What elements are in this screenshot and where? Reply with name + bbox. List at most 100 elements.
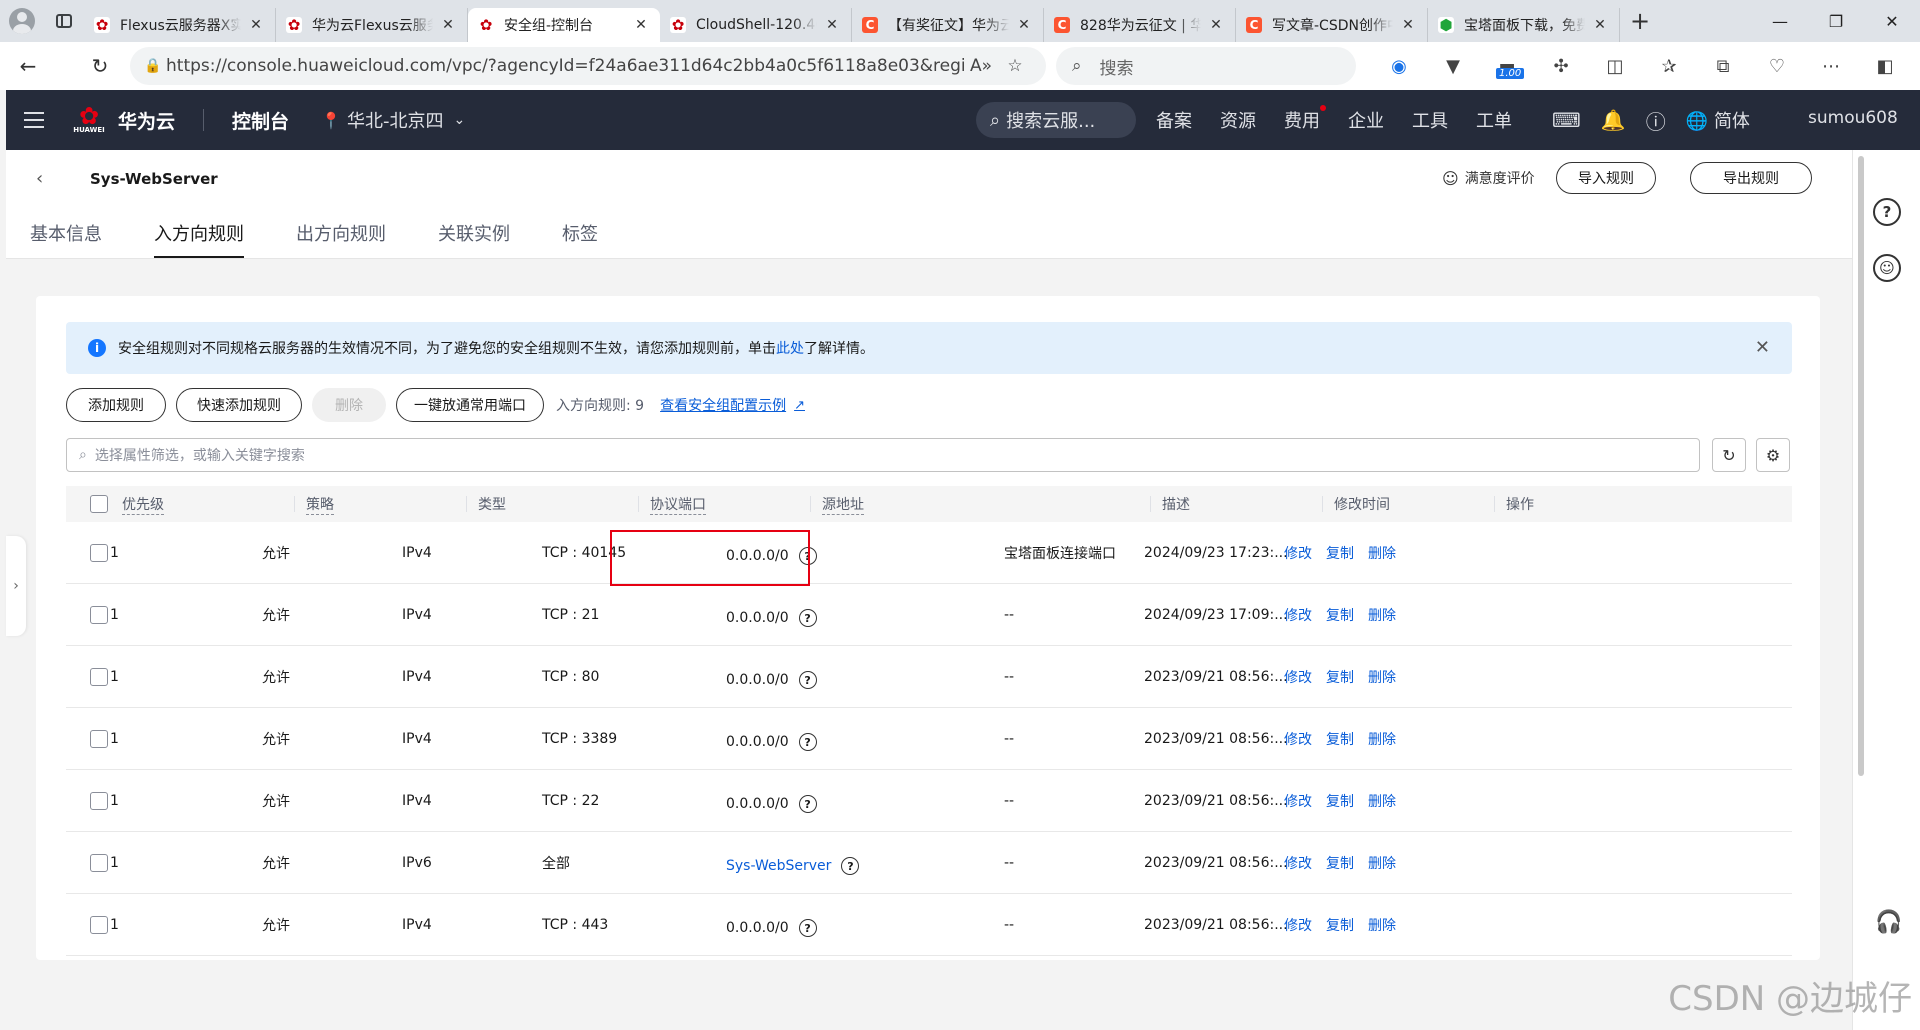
browser-tab[interactable]: 华为云Flexus云服务器 ✕: [276, 8, 468, 42]
user-menu[interactable]: sumou608: [1808, 108, 1898, 128]
modify-link[interactable]: 修改: [1284, 543, 1312, 563]
customer-service-icon[interactable]: 🎧: [1875, 910, 1902, 935]
lock-icon[interactable]: 🔒: [144, 58, 166, 74]
minimize-icon[interactable]: —: [1752, 0, 1808, 42]
settings-button[interactable]: ⚙: [1756, 438, 1790, 472]
scrollbar-thumb[interactable]: [1858, 156, 1864, 776]
add-rule-button[interactable]: 添加规则: [66, 388, 166, 422]
tab-basic-info[interactable]: 基本信息: [30, 220, 102, 254]
help-question-icon[interactable]: ?: [798, 609, 817, 627]
modify-link[interactable]: 修改: [1284, 605, 1312, 625]
close-icon[interactable]: ✕: [1755, 337, 1770, 358]
browser-tab[interactable]: 828华为云征文 | 华 ✕: [1044, 8, 1236, 42]
row-checkbox[interactable]: [90, 770, 108, 832]
language-selector[interactable]: 🌐 简体: [1686, 107, 1750, 133]
global-search-input[interactable]: ⌕ 搜索云服...: [976, 102, 1136, 138]
extension-version-icon[interactable]: ▬ 1.00: [1480, 56, 1534, 79]
profile-button[interactable]: [0, 0, 44, 42]
close-tab-icon[interactable]: ✕: [247, 17, 265, 33]
bell-icon[interactable]: 🔔: [1601, 108, 1626, 132]
nav-link-enterprise[interactable]: 企业: [1348, 107, 1384, 133]
workspaces-button[interactable]: [44, 0, 84, 42]
tab-inbound-rules[interactable]: 入方向规则: [154, 220, 244, 258]
copy-link[interactable]: 复制: [1326, 853, 1354, 873]
vpn-icon[interactable]: ▼: [1426, 56, 1480, 77]
copilot-icon[interactable]: ◉: [1372, 56, 1426, 77]
help-question-icon[interactable]: ?: [841, 857, 860, 875]
more-menu-icon[interactable]: ⋯: [1804, 56, 1858, 77]
new-tab-button[interactable]: +: [1620, 7, 1660, 35]
cloudshell-icon[interactable]: ⌨: [1552, 108, 1581, 132]
collections-icon[interactable]: ⧉: [1696, 56, 1750, 77]
copy-link[interactable]: 复制: [1326, 605, 1354, 625]
copy-link[interactable]: 复制: [1326, 729, 1354, 749]
close-tab-icon[interactable]: ✕: [1591, 17, 1609, 33]
import-rules-button[interactable]: 导入规则: [1556, 162, 1656, 194]
page-scrollbar[interactable]: [1856, 156, 1866, 776]
tab-tags[interactable]: 标签: [562, 220, 598, 254]
help-question-icon[interactable]: ?: [798, 919, 817, 937]
browser-tab[interactable]: 写文章-CSDN创作中心 ✕: [1236, 8, 1428, 42]
close-tab-icon[interactable]: ✕: [823, 17, 841, 33]
help-question-icon[interactable]: ?: [798, 671, 817, 689]
question-icon[interactable]: ?: [1873, 198, 1901, 226]
nav-link-tools[interactable]: 工具: [1412, 107, 1448, 133]
nav-link-tickets[interactable]: 工单: [1476, 107, 1512, 133]
delete-link[interactable]: 删除: [1368, 667, 1396, 687]
copy-link[interactable]: 复制: [1326, 543, 1354, 563]
header-protocol-port[interactable]: 协议端口: [638, 486, 706, 522]
modify-link[interactable]: 修改: [1284, 915, 1312, 935]
tab-associated-instances[interactable]: 关联实例: [438, 220, 510, 254]
console-link[interactable]: 控制台: [232, 107, 289, 134]
huawei-cloud-logo[interactable]: ✿ HUAWEI 华为云: [72, 103, 175, 137]
header-priority[interactable]: 优先级: [122, 486, 164, 522]
delete-link[interactable]: 删除: [1368, 853, 1396, 873]
delete-link[interactable]: 删除: [1368, 915, 1396, 935]
back-arrow-icon[interactable]: ‹: [36, 168, 43, 189]
close-tab-icon[interactable]: ✕: [1399, 17, 1417, 33]
modify-link[interactable]: 修改: [1284, 853, 1312, 873]
delete-link[interactable]: 删除: [1368, 729, 1396, 749]
close-window-icon[interactable]: ✕: [1864, 0, 1920, 42]
delete-link[interactable]: 删除: [1368, 791, 1396, 811]
row-checkbox[interactable]: [90, 708, 108, 770]
read-aloud-icon[interactable]: A»: [964, 56, 998, 76]
notice-detail-link[interactable]: 此处: [776, 338, 804, 358]
row-checkbox[interactable]: [90, 584, 108, 646]
satisfaction-rating-button[interactable]: ☺ 满意度评价: [1442, 168, 1535, 188]
help-question-icon[interactable]: ?: [798, 795, 817, 813]
back-button[interactable]: ←: [6, 42, 50, 90]
modify-link[interactable]: 修改: [1284, 729, 1312, 749]
left-panel-toggle[interactable]: ›: [6, 536, 26, 636]
config-example-link[interactable]: 查看安全组配置示例 ↗: [660, 395, 805, 415]
help-icon[interactable]: ⓘ: [1646, 106, 1666, 135]
sidebar-toggle-icon[interactable]: ◧: [1858, 56, 1912, 77]
modify-link[interactable]: 修改: [1284, 667, 1312, 687]
close-tab-icon[interactable]: ✕: [1207, 17, 1225, 33]
source-group-link[interactable]: Sys-WebServer: [726, 858, 831, 874]
help-question-icon[interactable]: ?: [798, 733, 817, 751]
open-common-ports-button[interactable]: 一键放通常用端口: [396, 388, 544, 422]
help-question-icon[interactable]: ?: [798, 547, 817, 565]
quick-add-rule-button[interactable]: 快速添加规则: [176, 388, 302, 422]
favorite-star-icon[interactable]: ☆: [998, 56, 1032, 76]
restore-icon[interactable]: ❐: [1808, 0, 1864, 42]
performance-icon[interactable]: ♡: [1750, 56, 1804, 77]
browser-search-box[interactable]: ⌕ 搜索: [1056, 47, 1356, 85]
select-all-checkbox[interactable]: [90, 486, 108, 522]
close-tab-icon[interactable]: ✕: [1015, 17, 1033, 33]
delete-link[interactable]: 删除: [1368, 543, 1396, 563]
nav-link-resources[interactable]: 资源: [1220, 107, 1256, 133]
address-bar[interactable]: 🔒 https://console.huaweicloud.com/vpc/?a…: [130, 47, 1046, 85]
browser-tab[interactable]: CloudShell-120.46 ✕: [660, 8, 852, 42]
copy-link[interactable]: 复制: [1326, 791, 1354, 811]
row-checkbox[interactable]: [90, 832, 108, 894]
tab-outbound-rules[interactable]: 出方向规则: [296, 220, 386, 254]
feedback-smile-icon[interactable]: ☺: [1873, 254, 1901, 282]
delete-link[interactable]: 删除: [1368, 605, 1396, 625]
copy-link[interactable]: 复制: [1326, 667, 1354, 687]
row-checkbox[interactable]: [90, 522, 108, 584]
nav-link-beian[interactable]: 备案: [1156, 107, 1192, 133]
delete-button[interactable]: 删除: [312, 388, 386, 422]
refresh-button[interactable]: ↻: [1712, 438, 1746, 472]
